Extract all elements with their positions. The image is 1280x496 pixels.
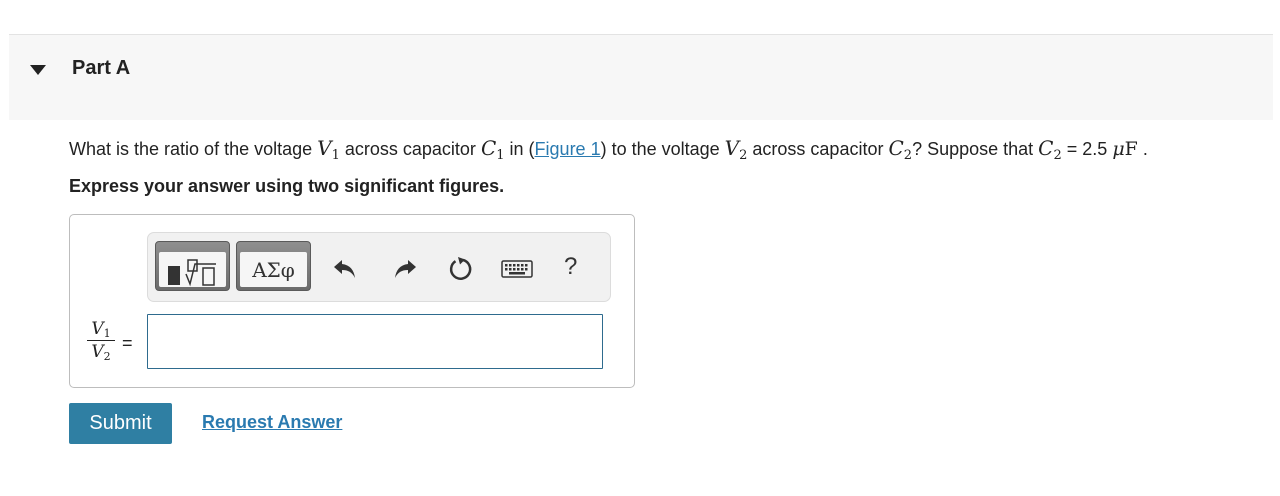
equals-sign: = bbox=[122, 333, 133, 353]
help-button[interactable]: ? bbox=[564, 253, 577, 281]
request-answer-link[interactable]: Request Answer bbox=[202, 412, 342, 433]
fraction-bar bbox=[87, 340, 115, 341]
undo-icon bbox=[334, 260, 355, 278]
keyboard-button[interactable] bbox=[500, 255, 534, 283]
c2-symbol: C2 bbox=[888, 136, 913, 163]
reset-icon bbox=[449, 257, 472, 280]
unit-mu: μ bbox=[1112, 138, 1125, 160]
v1-symbol: V1 bbox=[317, 136, 340, 163]
answer-input[interactable] bbox=[147, 314, 603, 369]
redo-icon bbox=[395, 260, 416, 278]
v2-symbol: V2 bbox=[724, 136, 748, 163]
c1-symbol: C1 bbox=[480, 136, 505, 163]
figure-link[interactable]: Figure 1 bbox=[535, 139, 601, 159]
unit-farad: F bbox=[1124, 138, 1138, 160]
undo-button[interactable] bbox=[331, 255, 359, 283]
answer-box: ΑΣφ ? V1 V2 = bbox=[69, 214, 635, 388]
ratio-label: V1 V2 bbox=[85, 319, 117, 362]
reset-button[interactable] bbox=[446, 255, 474, 283]
templates-button[interactable] bbox=[155, 241, 230, 291]
math-toolbar: ΑΣφ ? bbox=[147, 232, 611, 302]
c2-value-symbol: C2 bbox=[1038, 136, 1062, 163]
keyboard-icon bbox=[501, 260, 533, 278]
templates-icon bbox=[168, 259, 216, 287]
redo-button[interactable] bbox=[391, 255, 419, 283]
symbols-button[interactable]: ΑΣφ bbox=[236, 241, 311, 291]
question-text: What is the ratio of the voltage V1 acro… bbox=[69, 136, 1148, 163]
part-title: Part A bbox=[72, 57, 131, 79]
symbols-label: ΑΣφ bbox=[252, 258, 295, 282]
submit-button[interactable]: Submit bbox=[69, 403, 172, 444]
collapse-caret-icon[interactable] bbox=[30, 65, 46, 75]
part-header[interactable] bbox=[9, 35, 1273, 120]
instruction-text: Express your answer using two significan… bbox=[69, 176, 505, 196]
